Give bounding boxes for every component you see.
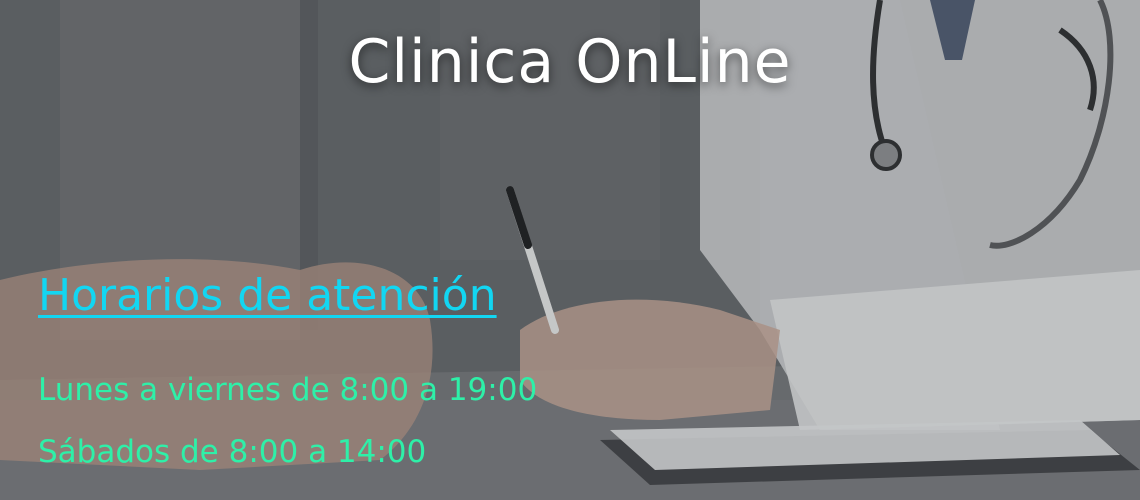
hours-saturday: Sábados de 8:00 a 14:00: [38, 434, 427, 470]
hero-banner: Clinica OnLine Horarios de atención Lune…: [0, 0, 1140, 500]
hours-weekdays: Lunes a viernes de 8:00 a 19:00: [38, 372, 538, 408]
hours-heading-link[interactable]: Horarios de atención: [38, 268, 497, 324]
page-title: Clinica OnLine: [348, 27, 792, 97]
